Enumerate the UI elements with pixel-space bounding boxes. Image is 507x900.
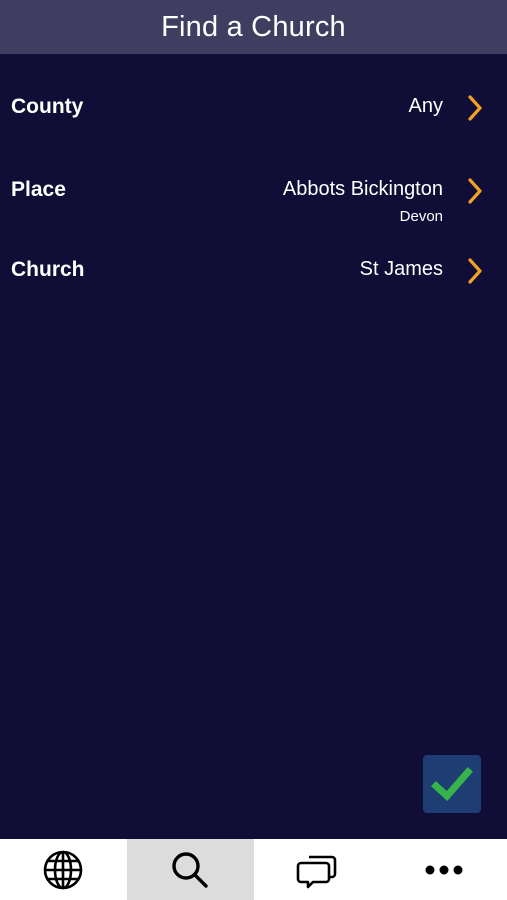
chevron-right-icon [468,95,482,121]
tab-globe[interactable] [0,839,127,900]
chat-bubbles-icon [296,855,337,888]
globe-icon [44,850,83,889]
chevron-right-icon [468,178,482,204]
church-value: St James [359,258,443,280]
place-label: Place [11,178,66,201]
chevron-right-icon [468,258,482,284]
place-row[interactable]: Place Abbots Bickington Devon [0,175,507,235]
tab-messages[interactable] [254,839,381,900]
church-label: Church [11,258,85,281]
place-county-subvalue: Devon [399,208,443,225]
search-icon [172,851,208,888]
page-title: Find a Church [161,10,346,43]
county-label: County [11,95,84,118]
checkmark-icon [431,767,473,801]
county-value: Any [408,95,443,117]
confirm-button[interactable] [423,755,481,813]
more-dots-icon [425,865,463,874]
county-row[interactable]: County Any [0,92,507,152]
tab-more[interactable] [380,839,507,900]
title-bar: Find a Church [0,0,507,54]
search-form: County Any Place Abbots Bickington Devon… [0,54,507,839]
place-value: Abbots Bickington [282,178,443,200]
tab-bar [0,839,507,900]
tab-search[interactable] [126,839,254,900]
church-row[interactable]: Church St James [0,255,507,315]
